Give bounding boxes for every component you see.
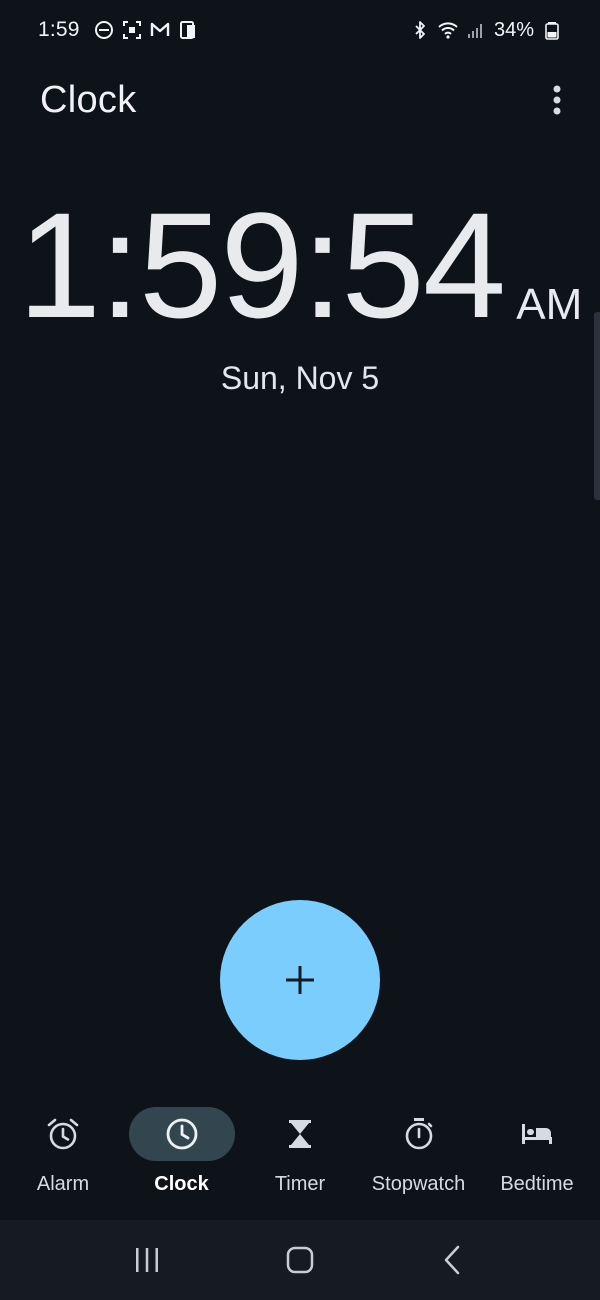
home-icon [286,1246,314,1274]
bottom-navigation: Alarm Clock Timer Stopwatch Bedtime [0,1100,600,1218]
device-icon [178,20,198,40]
stopwatch-icon [405,1118,432,1150]
clock-app-screen: 1:59 34% Clock 1:59:54 AM Sun, Nov 5 Ala… [0,0,600,1300]
clock-ampm: AM [516,280,583,329]
alarm-icon [47,1118,79,1150]
nav-stopwatch-label: Stopwatch [371,1173,466,1195]
gmail-icon [150,20,170,40]
status-bar: 1:59 34% [0,0,600,60]
status-time: 1:59 [38,18,80,41]
recents-icon [135,1248,158,1272]
home-button[interactable] [270,1230,330,1290]
app-header: Clock [0,70,600,130]
nav-alarm[interactable]: Alarm [4,1100,122,1218]
bluetooth-icon [410,20,430,40]
recents-button[interactable] [117,1230,177,1290]
add-city-button[interactable] [220,900,380,1060]
app-title: Clock [40,78,137,121]
edge-panel-handle[interactable] [594,312,600,500]
nav-clock-label: Clock [154,1173,209,1195]
bed-icon [522,1124,552,1144]
status-left: 1:59 [38,18,198,42]
clock-time: 1:59:54 [17,181,506,349]
screenshot-icon [122,20,142,40]
system-navigation-bar [0,1220,600,1300]
back-button[interactable] [423,1230,483,1290]
wifi-icon [438,20,458,40]
hourglass-icon [289,1120,311,1148]
nav-clock[interactable]: Clock [123,1100,241,1218]
nav-alarm-label: Alarm [36,1173,90,1195]
nav-stopwatch[interactable]: Stopwatch [360,1100,478,1218]
clock-date: Sun, Nov 5 [220,360,380,396]
plus-icon [286,966,314,994]
dnd-icon [94,20,114,40]
more-vert-icon [553,85,561,115]
status-right: 34% [410,19,562,42]
more-options-button[interactable] [542,80,572,120]
battery-icon [542,20,562,40]
nav-timer[interactable]: Timer [241,1100,359,1218]
back-icon [445,1245,460,1275]
nav-timer-label: Timer [274,1173,326,1195]
nav-bedtime-label: Bedtime [500,1173,574,1195]
clock-icon [166,1118,197,1150]
digital-clock: 1:59:54 AM [0,190,600,340]
nav-bedtime[interactable]: Bedtime [478,1100,596,1218]
signal-icon [466,20,486,40]
battery-percent: 34% [493,18,534,41]
